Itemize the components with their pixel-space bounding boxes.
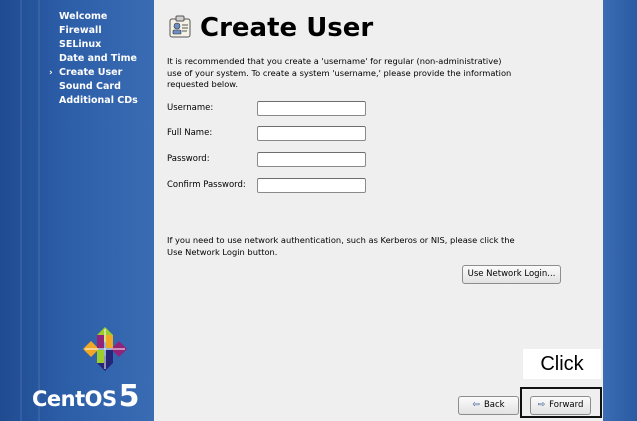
centos-wordmark: CentOS5 <box>32 379 140 414</box>
step-firewall: Firewall <box>59 25 102 36</box>
confirm-password-input[interactable] <box>257 178 366 193</box>
step-selinux: SELinux <box>59 39 102 50</box>
use-network-login-button[interactable]: Use Network Login... <box>462 265 561 284</box>
click-annotation-box <box>520 387 602 418</box>
step-create-user: › Create User <box>49 67 123 78</box>
password-label: Password: <box>167 154 210 164</box>
user-card-icon <box>169 15 191 38</box>
step-sound-card: Sound Card <box>59 81 121 92</box>
centos-logo-icon <box>83 327 127 371</box>
step-additional-cds: Additional CDs <box>59 95 138 106</box>
arrow-left-icon: ⇦ <box>472 400 480 410</box>
back-button[interactable]: ⇦ Back <box>458 396 519 415</box>
step-date-and-time: Date and Time <box>59 53 137 64</box>
current-step-marker-icon: › <box>49 68 53 78</box>
right-rail <box>603 0 637 421</box>
network-login-text: If you need to use network authenticatio… <box>167 235 515 257</box>
click-annotation-label: Click <box>523 349 601 379</box>
full-name-label: Full Name: <box>167 128 213 138</box>
username-label: Username: <box>167 103 214 113</box>
step-welcome: Welcome <box>59 11 108 22</box>
password-input[interactable] <box>257 152 366 167</box>
wizard-steps: Welcome Firewall SELinux Date and Time ›… <box>0 10 154 108</box>
username-input[interactable] <box>257 101 366 116</box>
confirm-password-label: Confirm Password: <box>167 180 246 190</box>
full-name-input[interactable] <box>257 126 366 141</box>
page-title: Create User <box>200 13 374 43</box>
intro-text: It is recommended that you create a 'use… <box>167 56 512 89</box>
